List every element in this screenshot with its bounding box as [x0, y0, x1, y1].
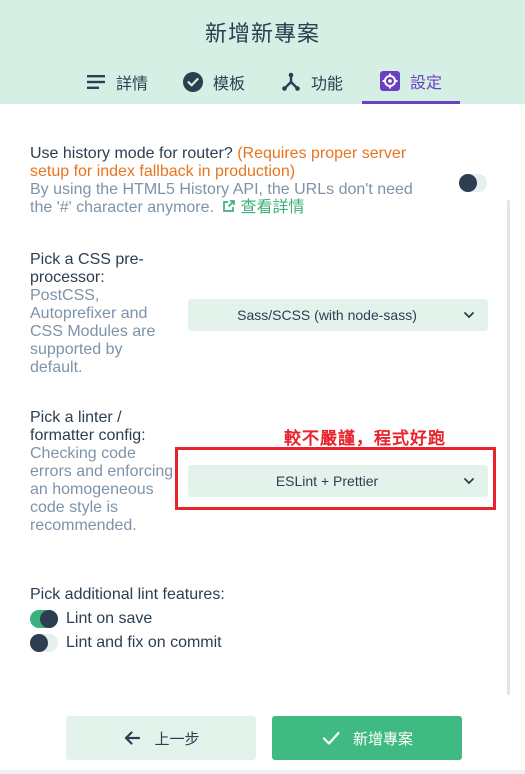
header: 新增新專案 詳情 模板 功能 設定: [0, 0, 525, 104]
lint-on-save-toggle[interactable]: [30, 610, 58, 628]
tab-features-label: 功能: [311, 76, 344, 93]
previous-button-label: 上一步: [154, 730, 200, 748]
toggle-knob: [40, 610, 58, 628]
lint-fix-on-commit-toggle[interactable]: [30, 634, 58, 652]
gear-icon: [380, 70, 400, 91]
toggle-knob: [30, 634, 48, 652]
linter-description: Checking code errors and enforcing an ho…: [30, 445, 174, 534]
history-mode-text: Use history mode for router? (Requires p…: [30, 145, 420, 217]
css-preprocessor-select[interactable]: Sass/SCSS (with node-sass): [188, 299, 488, 331]
scrollbar-thumb[interactable]: [507, 200, 510, 695]
list-icon: [86, 72, 106, 92]
linter-text: Pick a linter / formatter config: Checki…: [30, 409, 175, 535]
lint-fix-on-commit-label: Lint and fix on commit: [66, 634, 222, 651]
css-preprocessor-description: PostCSS, Autoprefixer and CSS Modules ar…: [30, 287, 156, 376]
check-circle-icon: [183, 72, 203, 92]
tab-details[interactable]: 詳情: [86, 60, 148, 104]
tab-templates[interactable]: 模板: [183, 60, 245, 104]
create-project-button[interactable]: 新增專案: [272, 716, 462, 760]
linter-label: Pick a linter / formatter config:: [30, 409, 146, 444]
linter-value: ESLint + Prettier: [275, 473, 379, 489]
chevron-down-icon: [464, 478, 474, 485]
chevron-down-icon: [464, 312, 474, 319]
checkmark-icon: [321, 728, 341, 748]
css-preprocessor-text: Pick a CSS pre-processor: PostCSS, Autop…: [30, 251, 160, 377]
bottom-divider: [0, 770, 525, 774]
tab-templates-label: 模板: [213, 76, 246, 93]
toggle-knob: [459, 174, 477, 192]
history-mode-toggle[interactable]: [459, 174, 487, 192]
create-project-button-label: 新增專案: [352, 730, 413, 748]
scrollbar[interactable]: [507, 200, 513, 695]
css-preprocessor-label: Pick a CSS pre-processor:: [30, 251, 144, 286]
tab-config-label: 設定: [410, 74, 443, 92]
tab-features[interactable]: 功能: [281, 60, 343, 104]
tab-bar: 詳情 模板 功能 設定: [0, 60, 525, 104]
tab-details-label: 詳情: [116, 76, 149, 93]
lint-on-save-label: Lint on save: [66, 610, 153, 627]
linter-select[interactable]: ESLint + Prettier: [188, 465, 488, 497]
tab-config[interactable]: 設定: [362, 60, 460, 104]
history-mode-question: Use history mode for router?: [30, 145, 233, 162]
learn-more-link[interactable]: 查看詳情: [218, 199, 304, 216]
previous-button[interactable]: 上一步: [66, 716, 256, 760]
fork-icon: [281, 72, 301, 92]
learn-more-link-text: 查看詳情: [240, 199, 305, 216]
page-title: 新增新專案: [204, 21, 320, 46]
arrow-left-icon: [122, 728, 142, 748]
external-link-icon: [223, 200, 236, 212]
red-annotation-text: 較不嚴謹，程式好跑: [284, 429, 446, 448]
lint-features-label: Pick additional lint features:: [30, 586, 225, 603]
css-preprocessor-value: Sass/SCSS (with node-sass): [237, 307, 417, 323]
